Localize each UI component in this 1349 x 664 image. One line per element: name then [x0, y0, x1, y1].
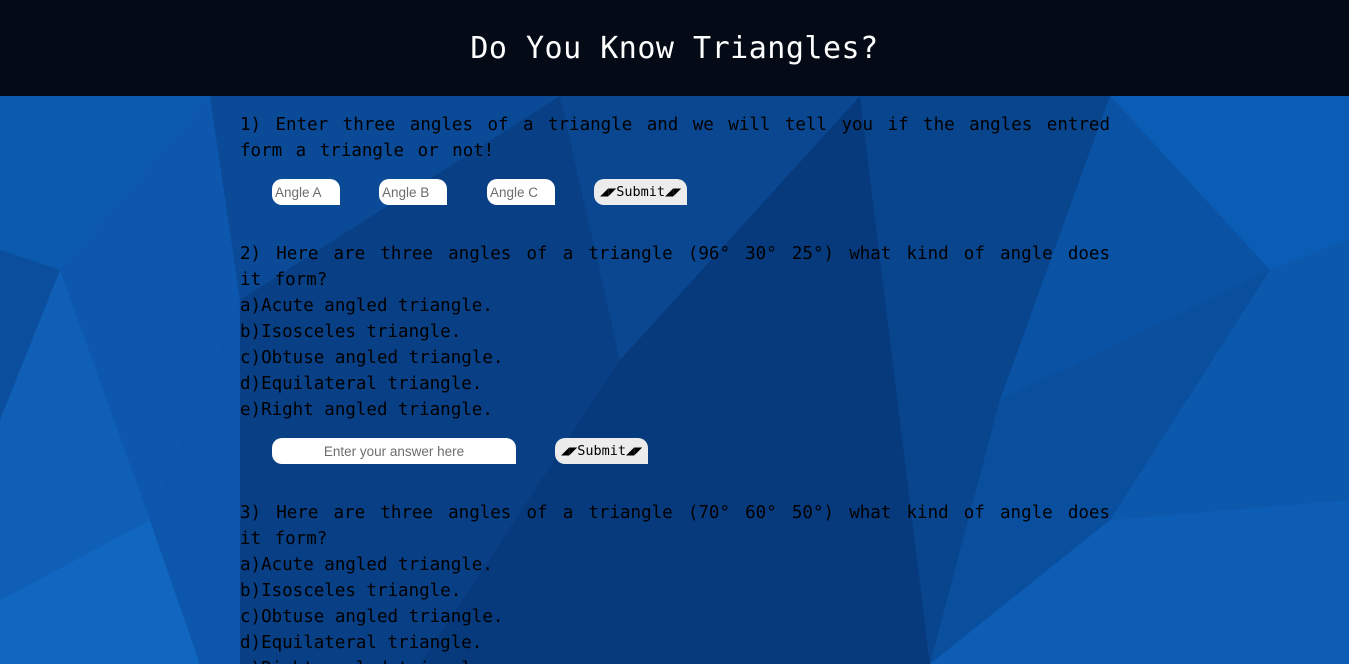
question-3-option-e: e)Right angled triangle.: [240, 656, 1110, 664]
angle-input-row: ◢◤Submit◢◤: [272, 179, 1110, 205]
question-3: 3) Here are three angles of a triangle (…: [240, 500, 1110, 664]
question-3-text: 3) Here are three angles of a triangle (…: [240, 503, 1110, 549]
question-2-submit-button[interactable]: ◢◤Submit◢◤: [555, 438, 649, 464]
angle-a-input[interactable]: [272, 179, 340, 205]
page-title: Do You Know Triangles?: [470, 30, 879, 66]
question-1-text: 1) Enter three angles of a triangle and …: [240, 115, 1110, 161]
question-1: 1) Enter three angles of a triangle and …: [240, 112, 1110, 205]
question-3-option-c: c)Obtuse angled triangle.: [240, 607, 504, 627]
answer-input-row: ◢◤Submit◢◤: [272, 438, 1110, 464]
question-2-option-d: d)Equilateral triangle.: [240, 374, 483, 394]
site-header: Do You Know Triangles?: [0, 0, 1349, 96]
question-3-option-b: b)Isosceles triangle.: [240, 581, 462, 601]
question-3-option-a: a)Acute angled triangle.: [240, 555, 493, 575]
question-1-submit-button[interactable]: ◢◤Submit◢◤: [594, 179, 688, 205]
quiz-content: 1) Enter three angles of a triangle and …: [240, 112, 1110, 664]
angle-c-input[interactable]: [487, 179, 555, 205]
question-3-option-d: d)Equilateral triangle.: [240, 633, 483, 653]
question-2-text: 2) Here are three angles of a triangle (…: [240, 244, 1110, 290]
question-2-option-c: c)Obtuse angled triangle.: [240, 348, 504, 368]
question-2-answer-input[interactable]: [272, 438, 516, 464]
angle-b-input[interactable]: [379, 179, 447, 205]
question-2-option-e: e)Right angled triangle.: [240, 400, 493, 420]
question-2-option-b: b)Isosceles triangle.: [240, 322, 462, 342]
question-2: 2) Here are three angles of a triangle (…: [240, 241, 1110, 464]
question-2-option-a: a)Acute angled triangle.: [240, 296, 493, 316]
